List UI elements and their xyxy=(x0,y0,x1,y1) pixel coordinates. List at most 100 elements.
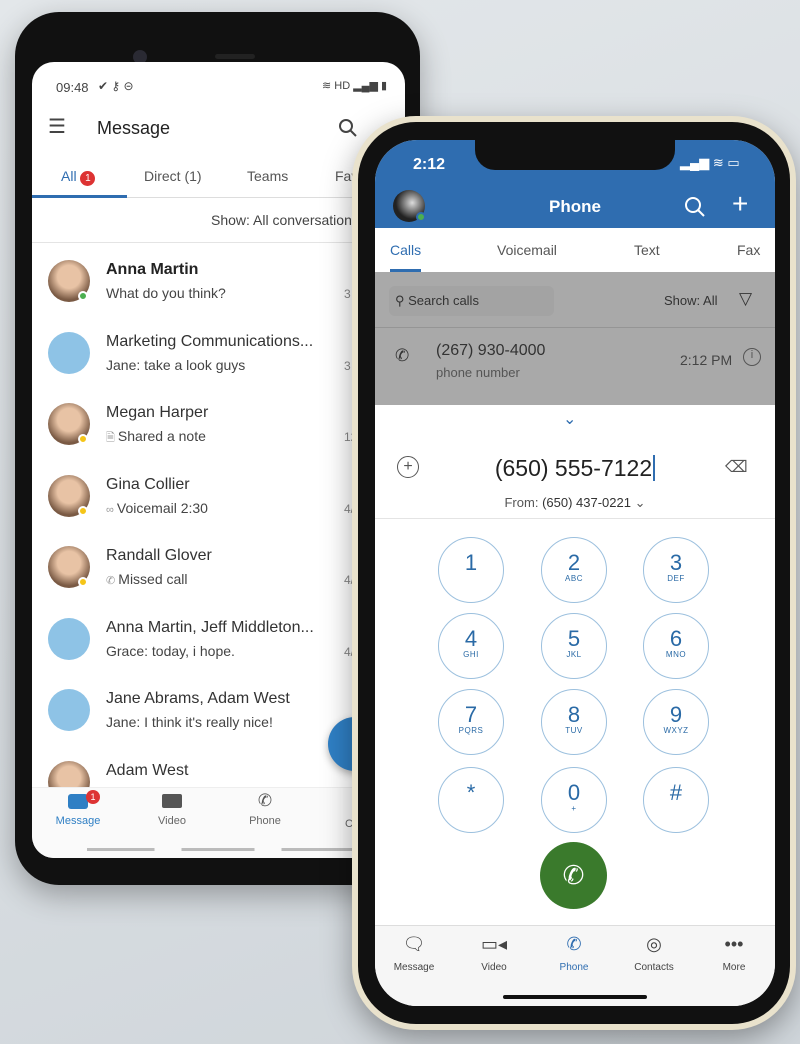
dial-key[interactable]: 7 PQRS xyxy=(438,689,504,755)
nav-phone[interactable]: ✆ Phone xyxy=(539,934,609,973)
presence-dot xyxy=(78,434,88,444)
search-calls-input[interactable]: ⚲ Search calls xyxy=(389,286,554,316)
nav-more[interactable]: ••• More xyxy=(699,934,769,973)
phone-icon: ✆ xyxy=(562,860,585,890)
key-digit: # xyxy=(669,780,683,805)
dial-key[interactable]: 6 MNO xyxy=(643,613,709,679)
tab-bar: All 1 Direct (1) Teams Fav xyxy=(32,160,405,198)
recent-call-row[interactable]: ✆ (267) 930-4000 phone number 2:12 PM i xyxy=(375,328,775,396)
conversation-name: Megan Harper xyxy=(106,404,209,421)
conversation-preview: ✆ Missed call xyxy=(106,571,188,587)
conversation-preview: 🗎 Shared a note xyxy=(106,428,206,448)
dial-key[interactable]: * xyxy=(438,767,504,833)
conversation-name: Adam West xyxy=(106,761,189,779)
key-letters: WXYZ xyxy=(663,726,689,735)
preview-text: What do you think? xyxy=(106,285,226,301)
from-label: From: xyxy=(504,495,539,510)
nav-message[interactable]: 1 Message xyxy=(48,790,108,827)
nav-video[interactable]: ▭◂ Video xyxy=(459,934,529,973)
collapse-chevron-icon[interactable]: ⌄ xyxy=(563,409,576,429)
conversation-row[interactable]: Megan Harper🗎 Shared a note12: xyxy=(32,389,405,459)
nav-message[interactable]: 🗨 Message xyxy=(379,934,449,973)
from-number: (650) 437-0221 xyxy=(542,495,631,510)
key-digit: 0 xyxy=(567,780,581,805)
key-digit: 7 xyxy=(464,702,478,727)
conversation-name: Anna Martin, Jeff Middleton... xyxy=(106,618,314,636)
search-icon[interactable] xyxy=(338,118,358,138)
key-digit: 8 xyxy=(567,702,581,727)
dial-key[interactable]: 3 DEF xyxy=(643,537,709,603)
call-history-overlay: ⚲ Search calls Show: All ▽ ✆ (267) 930-4… xyxy=(375,272,775,405)
filter-icon[interactable]: ▽ xyxy=(739,289,752,309)
conversation-row[interactable]: Randall Glover✆ Missed call4/4 xyxy=(32,532,405,602)
preview-text: Voicemail 2:30 xyxy=(116,499,208,516)
bottom-nav: 🗨 Message ▭◂ Video ✆ Phone ◎ Contacts ••• More xyxy=(375,925,775,1006)
caller-id-selector[interactable]: From: (650) 437-0221 ⌄ xyxy=(375,495,775,511)
dial-key[interactable]: 4 GHI xyxy=(438,613,504,679)
more-icon: ••• xyxy=(724,934,744,954)
add-icon[interactable]: + xyxy=(732,188,748,220)
conversation-name: Anna Martin xyxy=(106,261,199,278)
avatar xyxy=(48,331,90,374)
divider xyxy=(32,242,405,243)
nav-label: Message xyxy=(55,815,101,827)
menu-icon[interactable]: ☰ xyxy=(48,114,66,139)
conversation-time: 3 xyxy=(344,287,351,301)
show-filter[interactable]: Show: All xyxy=(664,293,717,308)
signal-icons: ≋ HD ▂▄▆ ▮ xyxy=(322,80,388,92)
conversation-name: Gina Collier xyxy=(106,475,190,493)
conversation-row[interactable]: Anna Martin What do you think? 3 xyxy=(32,246,405,316)
nav-label: Phone xyxy=(559,962,589,973)
missed-call-icon: ✆ xyxy=(106,575,119,587)
conversation-filter[interactable]: Show: All conversation xyxy=(211,212,352,228)
android-screen: 09:48 ✔ ⚷ ⊝ ≋ HD ▂▄▆ ▮ ☰ Message All 1 D… xyxy=(32,62,405,858)
dial-key[interactable]: 5 JKL xyxy=(541,613,607,679)
nav-phone[interactable]: ✆ Phone xyxy=(235,791,295,827)
tab-voicemail[interactable]: Voicemail xyxy=(497,242,557,258)
conversation-row[interactable]: Gina Collier∞ Voicemail 2:304/4 xyxy=(32,461,405,531)
key-digit: 2 xyxy=(567,550,581,575)
conversation-preview: Grace: today, i hope. xyxy=(106,643,235,659)
dial-key[interactable]: 9 WXYZ xyxy=(643,689,709,755)
tab-teams[interactable]: Teams xyxy=(247,168,288,184)
dialed-number-input[interactable]: (650) 555-7122 xyxy=(375,455,775,482)
page-title: Phone xyxy=(549,197,601,216)
backspace-icon[interactable]: ⌫ xyxy=(725,457,748,477)
nav-label: Video xyxy=(158,815,186,827)
speaker xyxy=(215,54,255,59)
info-icon[interactable]: i xyxy=(743,348,761,366)
nav-label: Contacts xyxy=(634,962,674,973)
presence-dot xyxy=(78,291,88,301)
nav-contacts[interactable]: ◎ Contacts xyxy=(619,934,689,973)
search-icon[interactable] xyxy=(684,196,706,218)
tab-direct[interactable]: Direct (1) xyxy=(144,168,202,184)
dial-key[interactable]: 0 + xyxy=(541,767,607,833)
call-button[interactable]: ✆ xyxy=(540,842,607,909)
call-number: (267) 930-4000 xyxy=(436,342,546,359)
dial-key[interactable]: 1 xyxy=(438,537,504,603)
key-letters: DEF xyxy=(667,574,685,583)
dial-key[interactable]: 2 ABC xyxy=(541,537,607,603)
nav-label: Video xyxy=(481,962,507,973)
key-letters: ABC xyxy=(565,574,583,583)
key-letters: PQRS xyxy=(458,726,484,735)
nav-label: More xyxy=(722,962,746,973)
gesture-bar xyxy=(87,848,357,851)
preview-text: Grace: today, i hope. xyxy=(106,642,235,659)
tab-all[interactable]: All 1 xyxy=(61,168,96,186)
tab-text[interactable]: Text xyxy=(634,242,660,258)
conversation-row[interactable]: Anna Martin, Jeff Middleton... Grace: tod… xyxy=(32,604,405,674)
tab-calls[interactable]: Calls xyxy=(390,242,421,258)
dial-key[interactable]: # xyxy=(643,767,709,833)
conversation-row[interactable]: Marketing Communications... Jane: take a … xyxy=(32,318,405,388)
avatar xyxy=(48,689,90,731)
notch xyxy=(475,140,675,170)
chevron-down-icon: ⌄ xyxy=(634,495,646,510)
nav-label: Message xyxy=(393,962,435,973)
phone-icon: ✆ xyxy=(257,791,273,810)
tab-fax[interactable]: Fax xyxy=(737,242,760,258)
nav-video[interactable]: Video xyxy=(142,794,202,827)
search-placeholder: Search calls xyxy=(408,293,479,308)
home-indicator xyxy=(503,995,647,999)
dial-key[interactable]: 8 TUV xyxy=(541,689,607,755)
